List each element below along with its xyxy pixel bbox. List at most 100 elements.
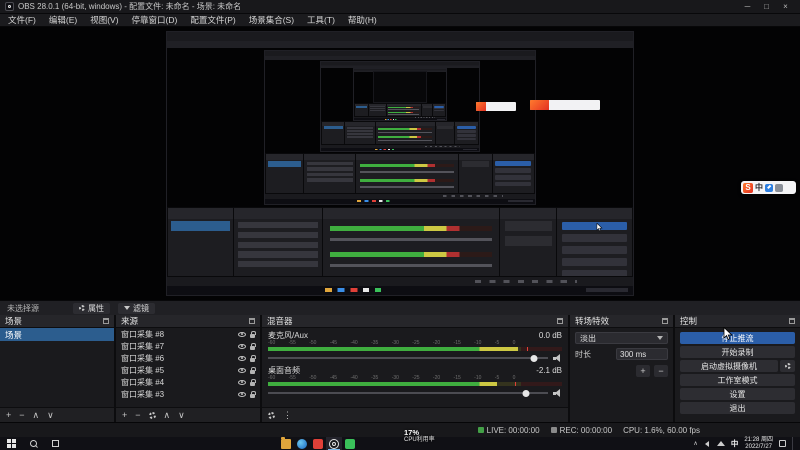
- settings-button[interactable]: 设置: [680, 388, 795, 400]
- start-button[interactable]: [0, 437, 22, 450]
- visibility-icon[interactable]: [238, 391, 246, 397]
- visibility-icon[interactable]: [238, 331, 246, 337]
- slider-thumb[interactable]: [522, 389, 530, 397]
- volume-tray-icon[interactable]: [704, 440, 711, 447]
- sources-list[interactable]: 窗口采集 #8 窗口采集 #7 窗口采集 #6 窗口采集 #5 窗口采集 #4 …: [116, 328, 260, 407]
- taskbar-file-explorer[interactable]: [278, 436, 294, 450]
- dock-pin-icon[interactable]: [557, 318, 563, 324]
- source-item[interactable]: 窗口采集 #5: [116, 364, 260, 376]
- maximize-button[interactable]: □: [757, 0, 776, 13]
- preview-canvas[interactable]: S 中: [0, 27, 800, 300]
- duration-input[interactable]: 300 ms: [616, 348, 668, 360]
- visibility-icon[interactable]: [238, 379, 246, 385]
- taskbar-media-app[interactable]: [310, 437, 326, 450]
- visibility-icon[interactable]: [238, 367, 246, 373]
- lock-icon[interactable]: [250, 378, 256, 386]
- lock-icon[interactable]: [250, 354, 256, 362]
- virtual-camera-config-button[interactable]: [780, 360, 795, 372]
- transitions-panel-header[interactable]: 转场特效: [570, 315, 673, 328]
- scene-down-button[interactable]: ∨: [47, 408, 54, 423]
- close-button[interactable]: ×: [776, 0, 795, 13]
- taskbar-search-button[interactable]: [22, 437, 44, 450]
- volume-slider[interactable]: [268, 389, 548, 397]
- remove-transition-button[interactable]: −: [654, 365, 668, 377]
- start-recording-button[interactable]: 开始录制: [680, 346, 795, 358]
- properties-button[interactable]: 属性: [73, 302, 110, 314]
- lock-icon[interactable]: [250, 366, 256, 374]
- mixer-more-icon[interactable]: ⋮: [283, 408, 292, 423]
- visibility-icon[interactable]: [238, 343, 246, 349]
- ime-language-indicator[interactable]: 中: [731, 438, 739, 449]
- add-transition-button[interactable]: +: [636, 365, 650, 377]
- action-center-icon[interactable]: [779, 440, 786, 447]
- filters-button[interactable]: 滤镜: [118, 302, 155, 314]
- task-view-button[interactable]: [44, 437, 66, 450]
- source-item[interactable]: 窗口采集 #7: [116, 340, 260, 352]
- dock-pin-icon[interactable]: [662, 318, 668, 324]
- network-tray-icon[interactable]: [716, 441, 725, 446]
- slider-thumb[interactable]: [530, 354, 538, 362]
- menu-item-scene-collection[interactable]: 场景集合(S): [249, 14, 294, 26]
- lock-icon[interactable]: [250, 342, 256, 350]
- sogou-ime-toolbar[interactable]: S 中: [741, 181, 796, 194]
- show-desktop-button[interactable]: [792, 437, 795, 450]
- source-item[interactable]: 窗口采集 #4: [116, 376, 260, 388]
- mini-ime-toolbar: [530, 100, 601, 110]
- stop-streaming-button[interactable]: 停止推流: [680, 332, 795, 344]
- visibility-icon[interactable]: [238, 355, 246, 361]
- taskbar-clock[interactable]: 21:28 周四 2022/7/27: [744, 437, 773, 450]
- studio-mode-button[interactable]: 工作室模式: [680, 374, 795, 386]
- menu-item-view[interactable]: 视图(V): [90, 14, 118, 26]
- taskbar-chat-app[interactable]: [342, 437, 358, 450]
- menu-item-help[interactable]: 帮助(H): [348, 14, 377, 26]
- sogou-logo-icon[interactable]: S: [743, 182, 753, 193]
- source-item[interactable]: 窗口采集 #3: [116, 388, 260, 400]
- scenes-panel-header[interactable]: 场景: [0, 315, 114, 328]
- menu-item-file[interactable]: 文件(F): [8, 14, 36, 26]
- ime-mode-indicator[interactable]: 中: [755, 183, 763, 193]
- add-source-button[interactable]: +: [122, 408, 127, 423]
- lock-icon[interactable]: [250, 390, 256, 398]
- source-item[interactable]: 窗口采集 #8: [116, 328, 260, 340]
- source-up-button[interactable]: ∧: [164, 408, 171, 423]
- obs-titlebar[interactable]: OBS 28.0.1 (64-bit, windows) - 配置文件: 未命名…: [0, 0, 800, 14]
- source-down-button[interactable]: ∨: [178, 408, 185, 423]
- menu-item-profile[interactable]: 配置文件(P): [190, 14, 235, 26]
- transition-select[interactable]: 淡出: [575, 332, 668, 344]
- virtual-camera-button[interactable]: 启动虚拟摄像机: [680, 360, 778, 372]
- sources-panel-header[interactable]: 来源: [116, 315, 260, 328]
- controls-panel-header[interactable]: 控制: [675, 315, 800, 328]
- taskbar-obs[interactable]: [326, 437, 342, 450]
- ime-pen-icon[interactable]: [765, 183, 773, 192]
- filter-icon: [124, 306, 130, 310]
- remove-scene-button[interactable]: −: [19, 408, 24, 423]
- mixer-panel-header[interactable]: 混音器: [262, 315, 568, 328]
- exit-button[interactable]: 退出: [680, 402, 795, 414]
- volume-slider[interactable]: [268, 354, 548, 362]
- menu-item-tools[interactable]: 工具(T): [307, 14, 335, 26]
- lock-icon[interactable]: [250, 330, 256, 338]
- dock-pin-icon[interactable]: [103, 318, 109, 324]
- dock-pin-icon[interactable]: [789, 318, 795, 324]
- clock-date: 2022/7/27: [745, 443, 772, 450]
- menu-item-edit[interactable]: 编辑(E): [49, 14, 77, 26]
- taskbar-edge[interactable]: [294, 437, 310, 450]
- source-properties-icon[interactable]: [148, 411, 156, 419]
- ime-keyboard-icon[interactable]: [775, 183, 783, 192]
- tray-expand-icon[interactable]: ∧: [693, 440, 697, 447]
- scenes-list[interactable]: 场景: [0, 328, 114, 407]
- minimize-button[interactable]: ─: [738, 0, 757, 13]
- dock-pin-icon[interactable]: [249, 318, 255, 324]
- peak-indicator: [514, 382, 516, 386]
- remove-source-button[interactable]: −: [135, 408, 140, 423]
- menu-item-docks[interactable]: 停靠窗口(D): [132, 14, 178, 26]
- mixer-settings-icon[interactable]: [268, 411, 275, 419]
- mute-speaker-icon[interactable]: [553, 354, 562, 362]
- add-scene-button[interactable]: +: [6, 408, 11, 423]
- source-item[interactable]: 窗口采集 #6: [116, 352, 260, 364]
- mute-speaker-icon[interactable]: [553, 389, 562, 397]
- sources-title: 来源: [121, 316, 139, 326]
- live-status: LIVE: 00:00:00: [477, 426, 540, 435]
- scene-item[interactable]: 场景: [0, 328, 114, 341]
- scene-up-button[interactable]: ∧: [33, 408, 40, 423]
